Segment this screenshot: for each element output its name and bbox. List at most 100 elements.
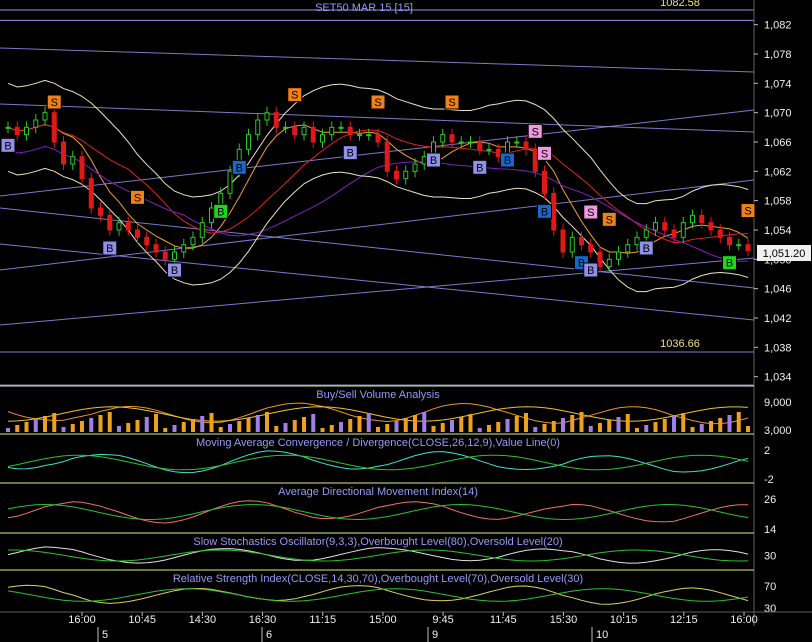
- signal-label: B: [217, 206, 224, 218]
- price-tick-label: 1,074: [764, 78, 792, 90]
- signal-label: B: [430, 155, 437, 167]
- candle-body: [70, 156, 76, 165]
- candle-body: [227, 170, 233, 194]
- volume-bar: [487, 425, 491, 432]
- candle-body: [588, 244, 594, 253]
- candle-body: [440, 134, 446, 143]
- candle-body: [523, 141, 529, 150]
- price-tick-label: 1,038: [764, 342, 792, 354]
- volume-bar: [80, 421, 84, 432]
- signal-label: B: [236, 162, 243, 174]
- candle-body: [366, 134, 372, 137]
- candle-body: [551, 192, 557, 231]
- candle-body: [625, 244, 631, 253]
- signal-label: S: [744, 206, 751, 218]
- signal-label: B: [171, 265, 178, 277]
- candle-body: [468, 141, 473, 144]
- volume-bar: [366, 413, 371, 432]
- candle-body: [246, 134, 251, 150]
- candle-body: [671, 229, 677, 238]
- volume-bar: [283, 423, 288, 432]
- candle-body: [98, 207, 103, 216]
- volume-bar: [551, 421, 556, 432]
- signal-label: S: [541, 148, 548, 160]
- volume-bar: [163, 428, 168, 432]
- signal-sell-marker: S: [444, 94, 460, 110]
- candle-body: [301, 126, 307, 136]
- candle-body: [24, 126, 29, 136]
- signal-sell-marker: S: [601, 211, 617, 227]
- signal-label: B: [4, 140, 11, 152]
- volume-bar: [413, 415, 417, 432]
- price-tick-label: 1,082: [764, 20, 792, 32]
- signal-buy-marker: B: [722, 255, 737, 271]
- candle-body: [273, 112, 279, 128]
- candle-body: [33, 119, 39, 128]
- candle-body: [79, 156, 85, 180]
- signal-label: B: [541, 206, 548, 218]
- candle-body: [560, 229, 566, 253]
- volume-bar: [191, 419, 195, 432]
- volume-bar: [209, 413, 214, 432]
- volume-bar: [431, 426, 436, 432]
- candle-body: [116, 222, 122, 231]
- candle-body: [172, 251, 177, 260]
- candle-body: [209, 207, 214, 224]
- volume-bar: [246, 418, 251, 432]
- panel-title: Buy/Sell Volume Analysis: [316, 389, 440, 401]
- volume-bar: [681, 413, 686, 432]
- candle-body: [51, 112, 57, 143]
- volume-bar: [496, 422, 501, 432]
- signal-sell-marker: S: [130, 189, 145, 205]
- candle-body: [532, 148, 538, 172]
- candle-body: [162, 251, 168, 260]
- volume-bar: [505, 419, 510, 432]
- candle-body: [42, 112, 48, 121]
- day-label: 10: [596, 629, 608, 641]
- signal-label: S: [134, 192, 141, 204]
- volume-bar: [43, 416, 47, 432]
- volume-bar: [89, 418, 94, 432]
- candle-body: [320, 134, 325, 143]
- price-tick-label: 1,066: [764, 137, 792, 149]
- signal-buy-weak-marker: B: [638, 240, 654, 256]
- candle-body: [680, 222, 686, 238]
- candle-body: [394, 170, 399, 180]
- signal-label: B: [643, 243, 650, 255]
- candle-body: [616, 251, 621, 260]
- volume-bar: [468, 414, 473, 432]
- volume-bar: [181, 422, 186, 432]
- volume-bar: [403, 418, 408, 432]
- volume-bar: [172, 425, 177, 432]
- volume-bar: [625, 414, 630, 432]
- volume-bar: [616, 417, 621, 432]
- candle-body: [181, 244, 187, 253]
- candle-body: [14, 126, 20, 136]
- candle-body: [153, 244, 159, 253]
- panel-tick-label: 26: [764, 494, 776, 506]
- volume-bar: [52, 413, 57, 432]
- price-tick-label: 1,078: [764, 49, 792, 61]
- signal-buy-weak-marker: B: [0, 137, 16, 153]
- volume-bar: [228, 424, 232, 432]
- candle-body: [421, 156, 427, 165]
- volume-bar: [542, 424, 547, 432]
- volume-bar: [357, 416, 362, 432]
- signal-label: B: [504, 155, 511, 167]
- candle-body: [486, 148, 492, 151]
- candle-body: [449, 134, 455, 143]
- volume-bar: [339, 422, 343, 432]
- volume-bar: [200, 416, 205, 432]
- volume-bar: [736, 412, 741, 432]
- low-marker-label: 1036.66: [660, 338, 700, 350]
- volume-bar: [607, 420, 612, 432]
- signal-sell-marker: S: [287, 87, 303, 103]
- volume-bar: [672, 416, 676, 432]
- signal-label: S: [448, 97, 455, 109]
- signal-sell-pink-marker: S: [527, 123, 543, 139]
- volume-bar: [579, 412, 584, 432]
- day-label: 5: [102, 629, 108, 641]
- price-tick-label: 1,070: [764, 108, 792, 120]
- signal-label: S: [51, 97, 58, 109]
- candle-body: [606, 258, 612, 268]
